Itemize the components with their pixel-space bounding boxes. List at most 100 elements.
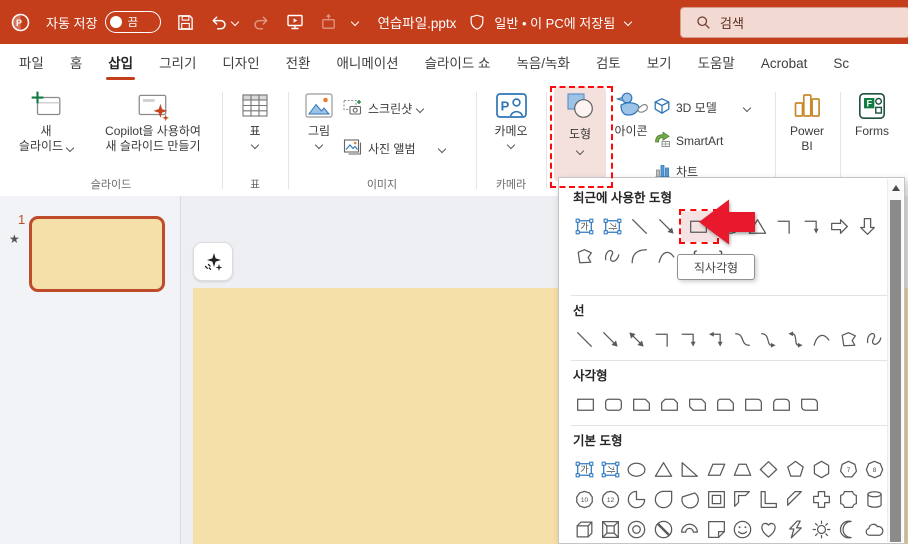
- shape-pentagon[interactable]: [782, 454, 808, 484]
- shape-elbow-double-arrow-connector[interactable]: [703, 324, 729, 354]
- shape-snip-single-corner[interactable]: [627, 389, 655, 419]
- forms-button[interactable]: F Forms: [846, 88, 898, 139]
- shape-snip-and-round-single-corner[interactable]: [711, 389, 739, 419]
- shapes-button[interactable]: 도형: [554, 87, 606, 181]
- tab-파일[interactable]: 파일: [6, 44, 57, 84]
- tab-검토[interactable]: 검토: [583, 44, 634, 84]
- shape-block-arrow-right[interactable]: [826, 211, 853, 241]
- shape-moon[interactable]: [835, 514, 861, 543]
- screenshot-button[interactable]: 스크린샷: [342, 97, 425, 120]
- undo-icon[interactable]: [209, 13, 240, 32]
- shape-folded-corner[interactable]: [703, 514, 729, 543]
- shape-line[interactable]: [571, 324, 597, 354]
- shape-round-same-side-corner[interactable]: [767, 389, 795, 419]
- shape-right-triangle[interactable]: [677, 454, 703, 484]
- shape-cloud[interactable]: [861, 514, 887, 543]
- powerpoint-logo-icon[interactable]: P: [10, 12, 31, 33]
- shape-hexagon[interactable]: [809, 454, 835, 484]
- shape-textbox[interactable]: 가: [571, 454, 597, 484]
- tab-애니메이션[interactable]: 애니메이션: [323, 44, 411, 84]
- shape-bevel[interactable]: [597, 514, 623, 543]
- autosave-toggle[interactable]: 끔: [105, 11, 162, 33]
- copilot-new-slide-button[interactable]: Copilot을 사용하여 새 슬라이드 만들기: [84, 88, 222, 154]
- save-icon[interactable]: [176, 13, 195, 32]
- shape-frame[interactable]: [703, 484, 729, 514]
- shape-block-arc[interactable]: [677, 514, 703, 543]
- shape-heart[interactable]: [756, 514, 782, 543]
- shape-elbow-connector[interactable]: [650, 324, 676, 354]
- shape-elbow-arrow-connector[interactable]: [677, 324, 703, 354]
- shape-arc[interactable]: [626, 241, 653, 271]
- shape-smiley[interactable]: [729, 514, 755, 543]
- tab-디자인[interactable]: 디자인: [209, 44, 272, 84]
- shape-freeform[interactable]: [835, 324, 861, 354]
- tab-슬라이드 쇼[interactable]: 슬라이드 쇼: [412, 44, 504, 84]
- photo-album-button[interactable]: 사진 앨범: [342, 137, 446, 160]
- shape-round-single-corner[interactable]: [739, 389, 767, 419]
- scroll-up-icon[interactable]: [888, 179, 903, 196]
- tab-Acrobat[interactable]: Acrobat: [748, 44, 821, 84]
- slide-1-thumbnail[interactable]: [29, 216, 165, 292]
- shape-snip-same-side-corner[interactable]: [655, 389, 683, 419]
- shape-can[interactable]: [861, 484, 887, 514]
- menu-scrollbar[interactable]: [887, 179, 903, 542]
- shape-vertical-textbox[interactable]: 가: [598, 211, 625, 241]
- document-title[interactable]: 연습파일.pptx: [377, 12, 456, 32]
- shape-pie[interactable]: [624, 484, 650, 514]
- smartart-button[interactable]: SmartArt: [653, 130, 723, 151]
- shape-round-diagonal-corner[interactable]: [795, 389, 823, 419]
- shape-plaque[interactable]: [835, 484, 861, 514]
- tab-홈[interactable]: 홈: [57, 44, 95, 84]
- shape-no-symbol[interactable]: [650, 514, 676, 543]
- shape-snip-diagonal-corner[interactable]: [683, 389, 711, 419]
- shape-elbow-connector[interactable]: [771, 211, 798, 241]
- shape-l-shape[interactable]: [756, 484, 782, 514]
- icons-button[interactable]: 아이콘: [608, 88, 654, 139]
- designer-button[interactable]: [193, 242, 233, 281]
- shape-donut[interactable]: [624, 514, 650, 543]
- shape-decagon[interactable]: 10: [571, 484, 597, 514]
- shape-dodecagon[interactable]: 12: [597, 484, 623, 514]
- shape-curved-arrow-connector[interactable]: [756, 324, 782, 354]
- start-slideshow-icon[interactable]: [285, 12, 305, 32]
- scrollbar-thumb[interactable]: [890, 200, 901, 542]
- shape-lightning-bolt[interactable]: [782, 514, 808, 543]
- shape-curved-connector[interactable]: [729, 324, 755, 354]
- tab-도움말[interactable]: 도움말: [685, 44, 748, 84]
- shape-cube[interactable]: [571, 514, 597, 543]
- shape-scribble[interactable]: [598, 241, 625, 271]
- 3d-models-button[interactable]: 3D 모델: [653, 97, 758, 118]
- shape-diagonal-stripe[interactable]: [782, 484, 808, 514]
- tab-보기[interactable]: 보기: [634, 44, 685, 84]
- shape-chord[interactable]: [677, 484, 703, 514]
- save-status[interactable]: 일반 • 이 PC에 저장됨: [494, 13, 615, 32]
- tab-녹음/녹화[interactable]: 녹음/녹화: [503, 44, 582, 84]
- shape-half-frame[interactable]: [729, 484, 755, 514]
- tab-Sc[interactable]: Sc: [820, 44, 862, 84]
- shape-curve[interactable]: [809, 324, 835, 354]
- tab-전환[interactable]: 전환: [273, 44, 324, 84]
- cameo-button[interactable]: P 카메오: [482, 88, 540, 150]
- shape-rounded-rectangle[interactable]: [599, 389, 627, 419]
- shape-sun[interactable]: [809, 514, 835, 543]
- shape-scribble[interactable]: [861, 324, 887, 354]
- shape-teardrop[interactable]: [650, 484, 676, 514]
- shape-block-arrow-down[interactable]: [854, 211, 881, 241]
- sensitivity-shield-icon[interactable]: [468, 13, 486, 31]
- tab-삽입[interactable]: 삽입: [95, 44, 146, 84]
- shape-vertical-textbox[interactable]: 가: [597, 454, 623, 484]
- shape-line-arrow[interactable]: [597, 324, 623, 354]
- new-slide-button[interactable]: 새 슬라이드: [8, 88, 84, 154]
- chevron-down-icon[interactable]: [623, 17, 633, 27]
- shape-textbox[interactable]: 가: [571, 211, 598, 241]
- shape-line[interactable]: [626, 211, 653, 241]
- table-button[interactable]: 표: [228, 88, 282, 150]
- quick-access-chevron-icon[interactable]: [351, 17, 360, 27]
- shape-line-arrow[interactable]: [653, 211, 680, 241]
- shape-freeform[interactable]: [571, 241, 598, 271]
- shape-trapezoid[interactable]: [729, 454, 755, 484]
- shape-cross[interactable]: [809, 484, 835, 514]
- shape-heptagon[interactable]: 7: [835, 454, 861, 484]
- shape-triangle[interactable]: [650, 454, 676, 484]
- picture-button[interactable]: 그림: [294, 88, 344, 150]
